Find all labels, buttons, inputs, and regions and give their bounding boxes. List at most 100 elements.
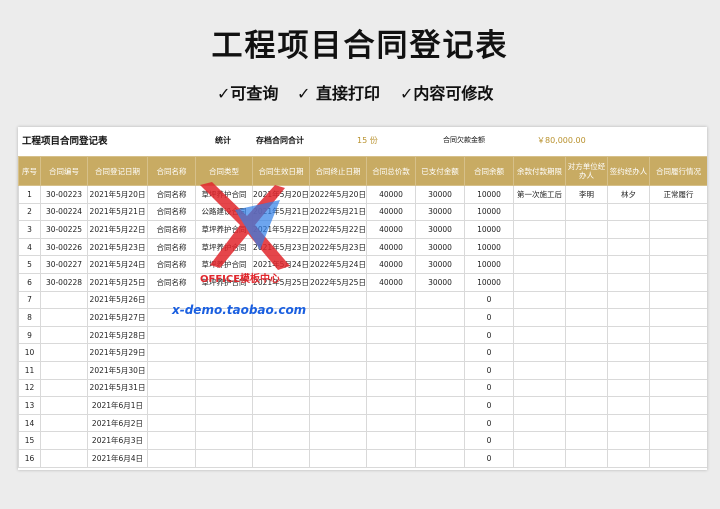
table-cell[interactable]: 30000 [415, 237, 465, 257]
table-cell[interactable] [565, 272, 608, 292]
table-cell[interactable] [607, 202, 650, 222]
table-row[interactable]: 3 30-00225 2021年5月22日 合同名称 草坪养护合同 2021年5月22日 2… [18, 220, 707, 239]
table-cell[interactable]: 2022年5月24日 [309, 255, 367, 274]
table-cell[interactable] [366, 290, 416, 310]
table-cell[interactable] [366, 360, 416, 380]
table-cell[interactable] [195, 378, 253, 398]
table-cell[interactable]: 0 [464, 290, 514, 310]
table-cell[interactable]: 30000 [415, 220, 465, 239]
table-cell[interactable]: 2021年6月1日 [87, 396, 148, 415]
table-cell[interactable]: 40000 [366, 255, 416, 274]
table-cell[interactable]: 2021年5月24日 [87, 255, 148, 274]
table-cell[interactable] [309, 360, 367, 380]
table-cell[interactable]: 2021年5月31日 [87, 378, 148, 398]
table-cell[interactable] [415, 378, 465, 398]
table-cell[interactable] [565, 325, 608, 345]
table-cell[interactable] [513, 255, 566, 274]
table-cell[interactable]: 40000 [366, 202, 416, 222]
table-cell[interactable] [415, 290, 465, 310]
table-cell[interactable] [513, 237, 566, 257]
table-cell[interactable]: 林夕 [607, 185, 650, 204]
table-cell[interactable] [607, 343, 650, 362]
table-cell[interactable] [565, 308, 608, 327]
table-cell[interactable] [195, 325, 253, 345]
table-cell[interactable] [252, 431, 310, 450]
table-cell[interactable] [366, 378, 416, 398]
table-cell[interactable] [607, 360, 650, 380]
table-cell[interactable] [195, 413, 253, 433]
table-cell[interactable] [366, 448, 416, 468]
table-cell[interactable]: 合同名称 [147, 255, 196, 274]
table-cell[interactable] [565, 396, 608, 415]
table-row[interactable]: 7 2021年5月26日 0 [18, 290, 707, 310]
table-cell[interactable] [649, 431, 707, 450]
table-cell[interactable]: 12 [18, 378, 41, 398]
table-cell[interactable]: 30000 [415, 272, 465, 292]
table-cell[interactable] [565, 378, 608, 398]
table-cell[interactable] [147, 360, 196, 380]
table-cell[interactable] [565, 448, 608, 468]
table-cell[interactable] [415, 448, 465, 468]
table-cell[interactable]: 1 [18, 185, 41, 204]
table-cell[interactable]: 2022年5月23日 [309, 237, 367, 257]
table-cell[interactable]: 16 [18, 448, 41, 468]
table-cell[interactable] [252, 343, 310, 362]
table-cell[interactable]: 10 [18, 343, 41, 362]
table-cell[interactable] [40, 360, 88, 380]
table-cell[interactable]: 合同名称 [147, 237, 196, 257]
table-row[interactable]: 12 2021年5月31日 0 [18, 378, 707, 398]
table-cell[interactable] [309, 431, 367, 450]
table-cell[interactable] [366, 413, 416, 433]
table-cell[interactable] [415, 343, 465, 362]
table-row[interactable]: 10 2021年5月29日 0 [18, 343, 707, 362]
table-cell[interactable]: 11 [18, 360, 41, 380]
table-cell[interactable]: 30-00227 [40, 255, 88, 274]
table-cell[interactable] [415, 413, 465, 433]
table-cell[interactable] [415, 360, 465, 380]
table-cell[interactable] [565, 237, 608, 257]
table-cell[interactable] [607, 255, 650, 274]
table-cell[interactable]: 0 [464, 343, 514, 362]
table-cell[interactable] [565, 431, 608, 450]
table-cell[interactable] [147, 378, 196, 398]
table-cell[interactable] [513, 431, 566, 450]
table-row[interactable]: 430-002262021年5月23日合同名称草坪养护合同2021年5月23日2… [18, 237, 707, 257]
table-cell[interactable]: 2021年5月20日 [87, 185, 148, 204]
table-cell[interactable] [513, 308, 566, 327]
table-cell[interactable] [513, 378, 566, 398]
table-cell[interactable] [309, 448, 367, 468]
table-row[interactable]: 8 2021年5月27日 0 [18, 308, 707, 327]
table-cell[interactable]: 合同名称 [147, 272, 196, 292]
table-cell[interactable]: 7 [18, 290, 41, 310]
table-cell[interactable]: 6 [18, 272, 41, 292]
table-row[interactable]: 14 2021年6月2日 0 [18, 413, 707, 433]
table-cell[interactable] [415, 396, 465, 415]
table-cell[interactable]: 14 [18, 413, 41, 433]
table-row[interactable]: 9 2021年5月28日 0 [18, 325, 707, 345]
table-cell[interactable]: 30-00225 [40, 220, 88, 239]
table-cell[interactable]: 0 [464, 431, 514, 450]
table-cell[interactable] [40, 378, 88, 398]
table-cell[interactable] [40, 343, 88, 362]
table-cell[interactable] [195, 448, 253, 468]
table-cell[interactable]: 0 [464, 396, 514, 415]
table-cell[interactable]: 2021年5月28日 [87, 325, 148, 345]
table-cell[interactable]: 30000 [415, 185, 465, 204]
table-cell[interactable] [513, 272, 566, 292]
table-cell[interactable] [195, 360, 253, 380]
table-cell[interactable]: 0 [464, 448, 514, 468]
table-cell[interactable]: 2021年5月25日 [87, 272, 148, 292]
table-cell[interactable] [607, 325, 650, 345]
table-cell[interactable]: 40000 [366, 272, 416, 292]
table-cell[interactable]: 30000 [415, 202, 465, 222]
table-cell[interactable]: 10000 [464, 220, 514, 239]
table-cell[interactable] [147, 343, 196, 362]
table-cell[interactable] [649, 378, 707, 398]
table-cell[interactable]: 9 [18, 325, 41, 345]
table-cell[interactable]: 2021年6月2日 [87, 413, 148, 433]
table-cell[interactable] [607, 431, 650, 450]
table-cell[interactable] [195, 396, 253, 415]
table-cell[interactable] [40, 290, 88, 310]
table-cell[interactable] [415, 325, 465, 345]
table-cell[interactable] [565, 290, 608, 310]
